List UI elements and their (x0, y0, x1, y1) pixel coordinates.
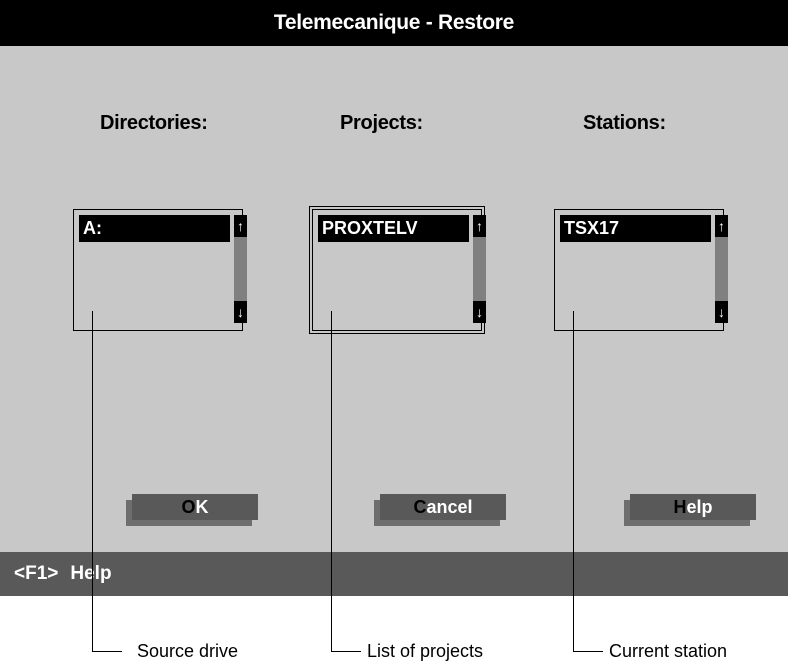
scroll-down-arrow-icon[interactable]: ↓ (715, 301, 728, 323)
scroll-up-arrow-icon[interactable]: ↑ (234, 215, 247, 237)
scroll-up-arrow-icon[interactable]: ↑ (473, 215, 486, 237)
list-of-projects-callout: List of projects (367, 641, 484, 661)
cancel-accelerator: C (413, 496, 427, 517)
projects-callout-line (331, 311, 332, 652)
directories-listbox[interactable]: A: ↑ ↓ (73, 209, 247, 331)
source-drive-callout-line (92, 311, 93, 652)
source-drive-callout: Source drive (137, 641, 239, 661)
directories-selected-item[interactable]: A: (79, 215, 230, 242)
current-station-callout: Current station (609, 641, 728, 661)
f1-key-hint: <F1> (14, 563, 59, 584)
projects-listbox[interactable]: PROXTELV ↑ ↓ (309, 206, 486, 334)
window-title: Telemecanique - Restore (0, 0, 788, 46)
projects-scrollbar[interactable]: ↑ ↓ (473, 215, 486, 323)
stations-selected-item[interactable]: TSX17 (560, 215, 711, 242)
status-bar: <F1> Help (0, 552, 788, 596)
directories-scrollbar[interactable]: ↑ ↓ (234, 215, 247, 323)
ok-label: K (195, 496, 209, 517)
projects-selected-item[interactable]: PROXTELV (318, 215, 469, 242)
stations-label: Stations: (583, 112, 666, 134)
projects-callout-tick (331, 651, 361, 652)
cancel-label: ancel (426, 496, 473, 517)
station-callout-tick (573, 651, 603, 652)
scroll-down-arrow-icon[interactable]: ↓ (473, 301, 486, 323)
help-label: elp (686, 496, 713, 517)
help-accelerator: H (673, 496, 687, 517)
status-help-label: Help (70, 563, 112, 584)
source-drive-callout-tick (92, 651, 122, 652)
projects-label: Projects: (340, 112, 423, 134)
cancel-button[interactable]: Cancel (380, 494, 506, 520)
ok-button[interactable]: OK (132, 494, 258, 520)
stations-listbox[interactable]: TSX17 ↑ ↓ (554, 209, 728, 331)
scroll-up-arrow-icon[interactable]: ↑ (715, 215, 728, 237)
scroll-down-arrow-icon[interactable]: ↓ (234, 301, 247, 323)
ok-accelerator: O (181, 496, 196, 517)
stations-scrollbar[interactable]: ↑ ↓ (715, 215, 728, 323)
help-button[interactable]: Help (630, 494, 756, 520)
station-callout-line (573, 311, 574, 652)
directories-label: Directories: (100, 112, 208, 134)
